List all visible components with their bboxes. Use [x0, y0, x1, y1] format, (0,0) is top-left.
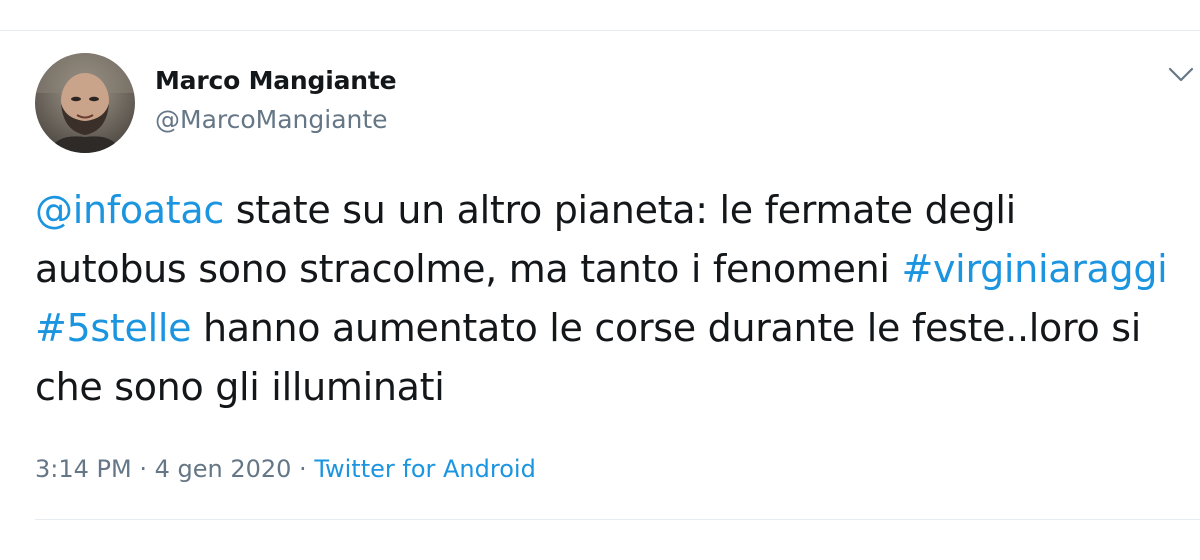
- tweet-card[interactable]: Marco Mangiante @MarcoMangiante @infoata…: [0, 31, 1200, 520]
- tweet-source-link[interactable]: Twitter for Android: [314, 455, 535, 483]
- previous-tweet-edge: [0, 0, 1200, 31]
- divider: [35, 519, 1200, 520]
- tweet-time[interactable]: 3:14 PM: [35, 455, 132, 483]
- hashtag-link-virginiaraggi[interactable]: #virginiaraggi: [901, 247, 1167, 291]
- avatar-image: [35, 53, 135, 153]
- meta-separator: ·: [131, 455, 155, 483]
- author-handle[interactable]: @MarcoMangiante: [155, 105, 388, 134]
- tweet-text-part: hanno aumentato le corse durante le fest…: [35, 306, 1141, 409]
- tweet-meta: 3:14 PM · 4 gen 2020 · Twitter for Andro…: [35, 455, 536, 483]
- tweet-text: @infoatac state su un altro pianeta: le …: [35, 181, 1175, 417]
- avatar[interactable]: [35, 53, 135, 153]
- author-name[interactable]: Marco Mangiante: [155, 66, 397, 95]
- hashtag-link-5stelle[interactable]: #5stelle: [35, 306, 191, 350]
- meta-separator: ·: [291, 455, 315, 483]
- chevron-down-icon[interactable]: [1168, 67, 1194, 83]
- tweet-date[interactable]: 4 gen 2020: [155, 455, 292, 483]
- mention-link-infoatac[interactable]: @infoatac: [35, 188, 224, 232]
